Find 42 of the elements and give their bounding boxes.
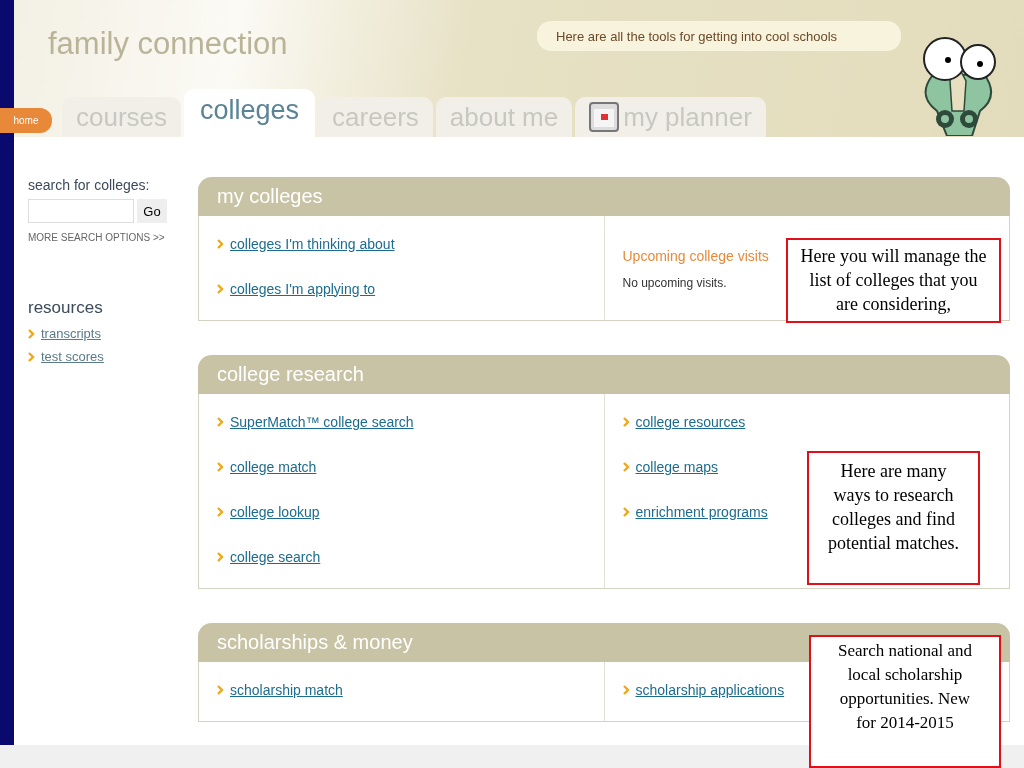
chevron-icon — [28, 351, 35, 362]
panel-header: college research — [198, 355, 1010, 394]
more-search-options-link[interactable]: MORE SEARCH OPTIONS >> — [28, 232, 198, 243]
chevron-icon — [217, 506, 224, 517]
nav-tab[interactable]: colleges — [184, 89, 316, 137]
link[interactable]: college maps — [635, 458, 718, 475]
chevron-icon — [217, 416, 224, 427]
site-title: family connection — [47, 25, 288, 63]
chevron-icon — [217, 684, 224, 695]
callout-note: Here you will manage the list of colleges that you are considering, — [786, 238, 1001, 323]
chevron-icon — [622, 684, 630, 695]
go-button[interactable]: Go — [137, 199, 167, 223]
link[interactable]: college match — [230, 458, 317, 475]
speech-bubble: Here are all the tools for getting into cool schools — [537, 21, 901, 51]
chevron-icon — [622, 506, 630, 517]
link[interactable]: scholarship match — [230, 681, 343, 698]
chevron-icon — [28, 328, 35, 339]
resource-link[interactable]: transcripts — [41, 326, 101, 341]
search-field[interactable] — [28, 199, 134, 223]
link[interactable]: colleges I'm thinking about — [230, 235, 395, 252]
resources-heading: resources — [28, 298, 104, 318]
calendar-icon — [589, 102, 620, 132]
link[interactable]: SuperMatch™ college search — [230, 413, 414, 430]
link[interactable]: scholarship applications — [635, 681, 785, 698]
link[interactable]: college resources — [635, 413, 746, 430]
chevron-icon — [217, 551, 224, 562]
resource-link[interactable]: test scores — [41, 349, 104, 364]
callout-note: Search national and local scholarship opportunities. New for 2014-2015 — [809, 635, 1001, 768]
search-label: search for colleges: — [28, 177, 151, 193]
callout-note: Here are many ways to research colleges and find potential matches. — [807, 451, 980, 585]
link[interactable]: college search — [230, 548, 321, 565]
chevron-icon — [217, 283, 224, 294]
section-heading: Upcoming college visits — [622, 248, 769, 264]
note-text: No upcoming visits. — [622, 276, 727, 290]
chevron-icon — [217, 461, 224, 472]
panel-header: my colleges — [198, 177, 1010, 216]
chevron-icon — [622, 416, 630, 427]
link[interactable]: colleges I'm applying to — [230, 280, 376, 297]
link[interactable]: enrichment programs — [635, 503, 768, 520]
chevron-icon — [622, 461, 630, 472]
chevron-icon — [217, 238, 224, 249]
link[interactable]: college lookup — [230, 503, 320, 520]
